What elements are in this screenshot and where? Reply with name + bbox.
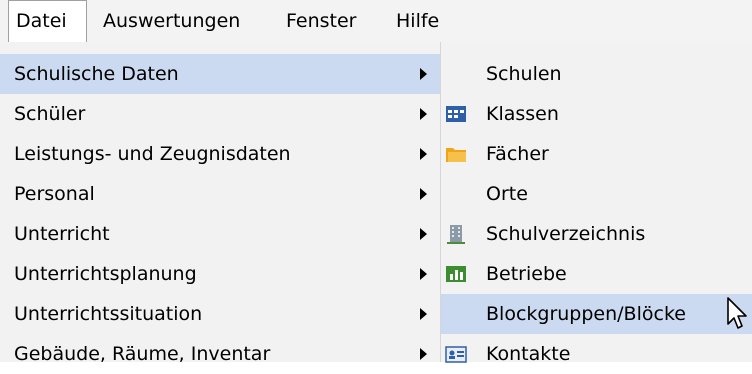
submenu-item-schulverzeichnis[interactable]: Schulverzeichnis <box>441 214 752 254</box>
submenu-arrow-icon <box>420 68 427 80</box>
menu-datei[interactable]: Datei <box>8 0 87 43</box>
datei-dropdown-menu: Schulische Daten Schüler Leistungs- und … <box>0 42 441 365</box>
submenu-item-klassen[interactable]: Klassen <box>441 94 752 134</box>
menu-fenster[interactable]: Fenster <box>286 0 356 42</box>
submenu-arrow-icon <box>420 228 427 240</box>
submenu-item-blockgruppen-bloecke[interactable]: Blockgruppen/Blöcke <box>441 294 752 334</box>
submenu-item-betriebe[interactable]: Betriebe <box>441 254 752 294</box>
building-icon <box>447 225 465 244</box>
menu-item-unterricht[interactable]: Unterricht <box>0 214 440 254</box>
menu-item-personal[interactable]: Personal <box>0 174 440 214</box>
mouse-pointer-icon <box>727 297 747 329</box>
submenu-arrow-icon <box>420 268 427 280</box>
submenu-item-faecher[interactable]: Fächer <box>441 134 752 174</box>
submenu-item-schulen[interactable]: Schulen <box>441 54 752 94</box>
submenu-arrow-icon <box>420 108 427 120</box>
menu-item-schulische-daten[interactable]: Schulische Daten <box>0 54 440 94</box>
submenu-arrow-icon <box>420 308 427 320</box>
schulische-daten-submenu: Schulen Klassen Fächer Orte Schulverzeic… <box>441 42 752 365</box>
submenu-arrow-icon <box>420 148 427 160</box>
submenu-arrow-icon <box>420 348 427 360</box>
menu-item-gebaeude-raeume-inventar[interactable]: Gebäude, Räume, Inventar <box>0 334 440 374</box>
submenu-arrow-icon <box>420 188 427 200</box>
menu-hilfe[interactable]: Hilfe <box>396 0 439 42</box>
submenu-item-orte[interactable]: Orte <box>441 174 752 214</box>
class-table-icon <box>446 106 466 122</box>
folders-icon <box>446 148 466 162</box>
menu-item-schueler[interactable]: Schüler <box>0 94 440 134</box>
menu-item-leistungs-und-zeugnisdaten[interactable]: Leistungs- und Zeugnisdaten <box>0 134 440 174</box>
menu-item-unterrichtssituation[interactable]: Unterrichtssituation <box>0 294 440 334</box>
submenu-item-kontakte[interactable]: Kontakte <box>441 334 752 374</box>
menu-bar: Datei Auswertungen Fenster Hilfe <box>0 0 752 43</box>
bar-chart-icon <box>446 266 466 282</box>
menu-item-unterrichtsplanung[interactable]: Unterrichtsplanung <box>0 254 440 294</box>
menu-auswertungen[interactable]: Auswertungen <box>103 0 240 42</box>
